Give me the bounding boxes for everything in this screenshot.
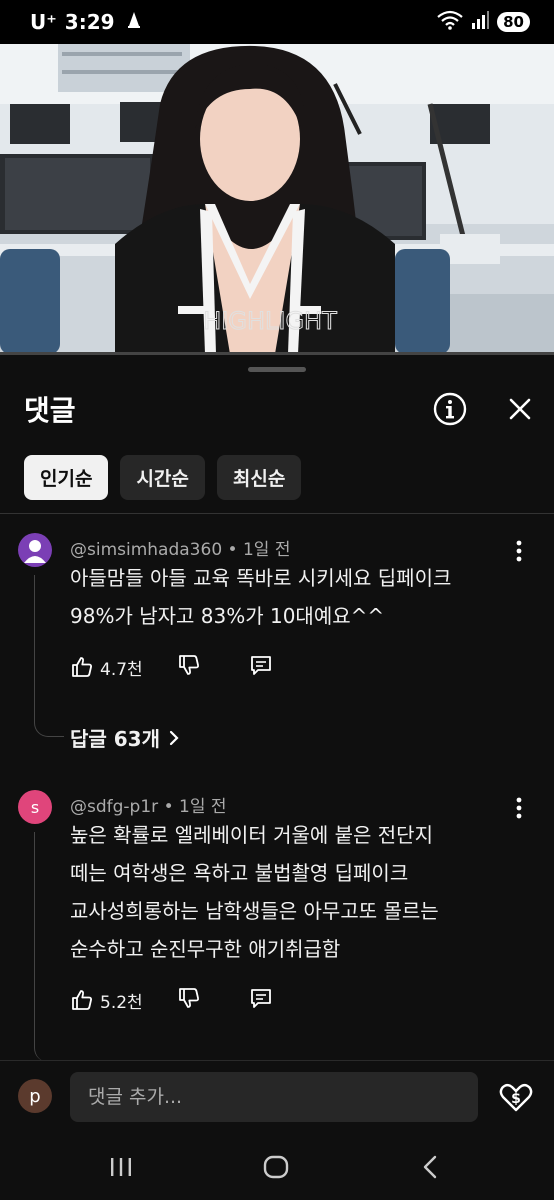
comment-actions: 4.7천 (70, 653, 273, 681)
replies-label: 답글 63개 (70, 727, 160, 751)
recent-apps-button[interactable] (106, 1152, 136, 1182)
comment-line: 98%가 남자고 83%가 10대예요^^ (70, 604, 385, 628)
home-icon (263, 1155, 289, 1179)
clock: 3:29 (64, 10, 115, 34)
comment-actions: 5.2천 (70, 986, 273, 1014)
reply-icon (250, 989, 271, 1008)
user-icon (24, 540, 46, 563)
comment-text: 높은 확률로 엘레베이터 거울에 붙은 전단지 떼는 여학생은 욕하고 불법촬영… (70, 816, 520, 968)
recent-apps-icon (111, 1158, 131, 1176)
system-nav-bar (0, 1136, 554, 1200)
battery-indicator: 80 (497, 12, 530, 32)
close-button[interactable] (502, 391, 538, 427)
thumb-down-icon (178, 655, 199, 675)
comment-line: 교사성희롱하는 남학생들은 아무고또 몰르는 (70, 899, 439, 923)
wifi-icon (437, 10, 463, 34)
comment-meta: @simsimhada360 • 1일 전 (70, 540, 291, 560)
comment-line: 높은 확률로 엘레베이터 거울에 붙은 전단지 (70, 823, 433, 847)
video-frame: HIGHLIGHT (0, 44, 554, 354)
thread-line (34, 832, 64, 1062)
comment-line: 순수하고 순진무구한 애기취급함 (70, 937, 341, 961)
panel-title: 댓글 (24, 394, 76, 427)
dislike-button[interactable] (177, 653, 201, 681)
comment-line: 떼는 여학생은 욕하고 불법촬영 딥페이크 (70, 861, 409, 885)
info-icon (433, 392, 467, 426)
comment-meta: @sdfg-p1r • 1일 전 (70, 797, 227, 817)
info-button[interactable] (432, 391, 468, 427)
signal-icon (471, 11, 490, 33)
view-replies-button[interactable]: 답글 63개 (70, 723, 180, 752)
reply-button[interactable] (249, 653, 273, 681)
comment-line: 아들맘들 아들 교육 똑바로 시키세요 딥페이크 (70, 566, 452, 590)
avatar[interactable] (18, 533, 52, 567)
like-count: 5.2천 (100, 992, 143, 1013)
add-comment-bar: p $ (0, 1060, 554, 1136)
thumb-down-icon (178, 988, 199, 1008)
status-bar: U⁺ 3:29 80 (0, 0, 554, 44)
comment-text: 아들맘들 아들 교육 똑바로 시키세요 딥페이크 98%가 남자고 83%가 1… (70, 559, 520, 635)
video-caption: HIGHLIGHT (203, 307, 337, 335)
dislike-button[interactable] (177, 986, 201, 1014)
like-count: 4.7천 (100, 659, 143, 680)
thread-line (34, 575, 64, 737)
comment-author[interactable]: @sdfg-p1r (70, 797, 158, 817)
chip-newest[interactable]: 최신순 (216, 455, 302, 500)
heart-dollar-icon: $ (499, 1083, 533, 1112)
avatar-letter: s (30, 797, 40, 817)
sort-chips: 인기순 시간순 최신순 (24, 455, 302, 500)
thumb-up-icon (72, 657, 92, 677)
add-comment-input[interactable] (70, 1072, 478, 1122)
home-button[interactable] (261, 1152, 291, 1182)
svg-text:$: $ (511, 1091, 521, 1107)
back-icon (423, 1155, 437, 1179)
carrier-label: U⁺ (30, 10, 57, 34)
like-button[interactable]: 5.2천 (70, 988, 177, 1013)
close-icon (509, 398, 531, 420)
drag-handle[interactable] (248, 367, 306, 372)
divider (0, 513, 554, 514)
comments-panel: 댓글 인기순 시간순 최신순 @simsimhada360 • 1일 전 아들맘… (0, 355, 554, 1200)
video-player[interactable]: HIGHLIGHT (0, 44, 554, 354)
avatar[interactable]: s (18, 790, 52, 824)
chevron-right-icon (169, 730, 179, 745)
thumb-up-icon (72, 990, 92, 1010)
back-button[interactable] (416, 1152, 446, 1182)
comment-time: 1일 전 (179, 797, 227, 817)
super-thanks-button[interactable]: $ (498, 1079, 534, 1115)
like-button[interactable]: 4.7천 (70, 655, 177, 680)
reply-icon (250, 656, 271, 675)
notification-icon (125, 10, 143, 35)
comment-author[interactable]: @simsimhada360 (70, 540, 222, 560)
chip-popular[interactable]: 인기순 (24, 455, 109, 500)
chip-timed[interactable]: 시간순 (120, 455, 205, 500)
my-avatar[interactable]: p (18, 1079, 52, 1113)
comment-time: 1일 전 (242, 540, 291, 560)
reply-button[interactable] (249, 986, 273, 1014)
